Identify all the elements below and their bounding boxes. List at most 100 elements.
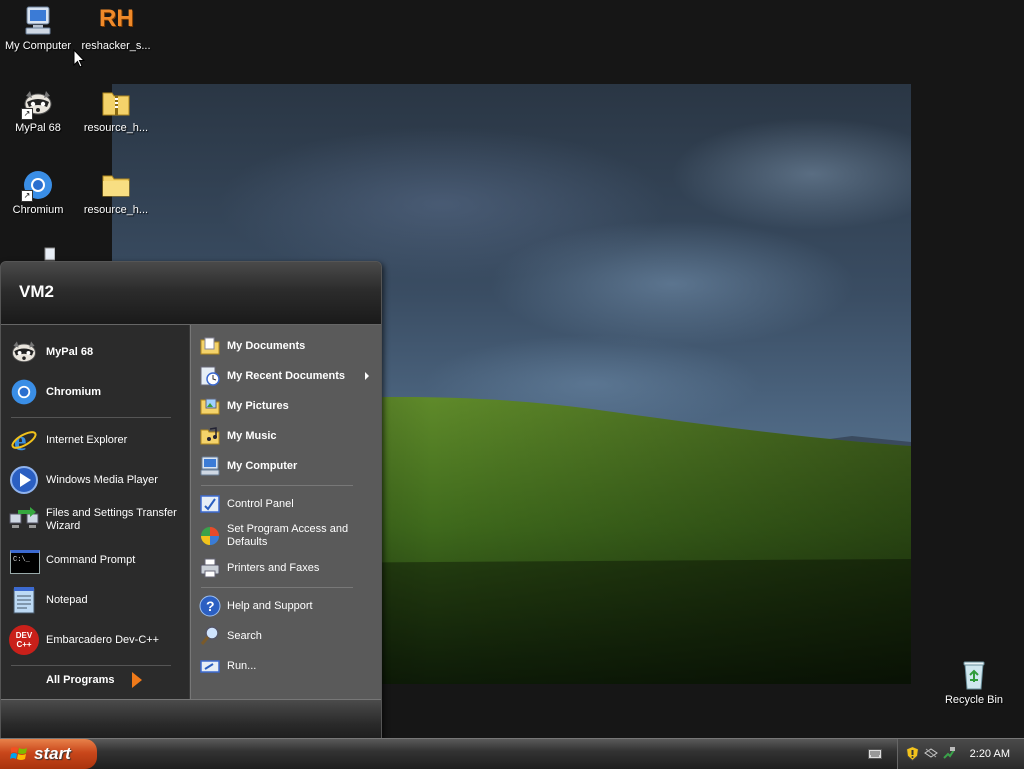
shortcut-arrow-icon: ↗ bbox=[21, 190, 33, 202]
menu-item-label: Search bbox=[227, 629, 262, 642]
notepad-icon bbox=[9, 585, 39, 615]
dev-cpp-icon: DEV C++ bbox=[9, 625, 39, 655]
menu-item-label: My Documents bbox=[227, 339, 306, 352]
desktop-icon-reshacker[interactable]: RH reshacker_s... bbox=[78, 4, 154, 53]
start-menu-footer bbox=[1, 699, 381, 739]
reshacker-glyph: RH bbox=[99, 5, 134, 32]
menu-item-label: Run... bbox=[227, 659, 257, 672]
menu-item-notepad[interactable]: Notepad bbox=[9, 583, 187, 617]
menu-item-files-settings-transfer[interactable]: Files and Settings Transfer Wizard bbox=[9, 503, 187, 537]
system-clock[interactable]: 2:20 AM bbox=[970, 748, 1010, 760]
menu-item-label: My Pictures bbox=[227, 399, 289, 412]
menu-item-run[interactable]: Run... bbox=[199, 653, 377, 679]
raccoon-icon bbox=[9, 337, 39, 367]
safely-remove-hardware-icon[interactable] bbox=[942, 746, 956, 760]
menu-item-my-recent-documents[interactable]: My Recent Documents bbox=[199, 363, 377, 389]
menu-separator bbox=[201, 485, 353, 486]
desktop-icon-label: resource_h... bbox=[83, 122, 149, 134]
menu-item-label: My Music bbox=[227, 429, 277, 442]
chromium-icon: ↗ bbox=[21, 168, 55, 202]
chevron-right-icon bbox=[365, 372, 369, 380]
desktop-icon-mypal[interactable]: ↗ MyPal 68 bbox=[0, 86, 76, 135]
reshacker-icon: RH bbox=[99, 4, 134, 38]
start-button-label: start bbox=[34, 744, 71, 763]
pictures-folder-icon bbox=[199, 395, 221, 417]
raccoon-icon: ↗ bbox=[21, 86, 55, 120]
menu-separator bbox=[11, 417, 171, 418]
menu-item-internet-explorer[interactable]: e Internet Explorer bbox=[9, 423, 187, 457]
menu-item-label: Chromium bbox=[46, 385, 101, 398]
menu-item-label: Embarcadero Dev-C++ bbox=[46, 633, 160, 646]
menu-separator bbox=[11, 665, 171, 666]
menu-item-control-panel[interactable]: Control Panel bbox=[199, 491, 377, 517]
recycle-bin-icon bbox=[957, 658, 991, 692]
menu-item-my-computer[interactable]: My Computer bbox=[199, 453, 377, 479]
command-prompt-icon: C:\_ bbox=[9, 545, 40, 575]
desktop-icon-my-computer[interactable]: My Computer bbox=[0, 4, 76, 53]
menu-item-label: Control Panel bbox=[227, 497, 294, 510]
menu-item-label: My Computer bbox=[227, 459, 298, 472]
start-menu-places-pane: My Documents My Recent Documents My Pict… bbox=[190, 325, 381, 699]
recent-documents-icon bbox=[199, 365, 221, 387]
menu-item-mypal[interactable]: MyPal 68 bbox=[9, 335, 187, 369]
menu-item-label: Notepad bbox=[46, 593, 88, 606]
menu-item-search[interactable]: Search bbox=[199, 623, 377, 649]
dev-cpp-glyph: DEV C++ bbox=[15, 631, 33, 649]
menu-separator bbox=[201, 587, 353, 588]
menu-item-dev-cpp[interactable]: DEV C++ Embarcadero Dev-C++ bbox=[9, 623, 187, 657]
computer-icon bbox=[21, 4, 55, 38]
internet-explorer-icon: e bbox=[9, 425, 39, 457]
menu-item-printers-faxes[interactable]: Printers and Faxes bbox=[199, 555, 377, 581]
menu-item-command-prompt[interactable]: C:\_ Command Prompt bbox=[9, 543, 187, 577]
computer-icon bbox=[199, 455, 221, 477]
all-programs-button[interactable]: All Programs bbox=[46, 672, 143, 688]
run-icon bbox=[199, 655, 221, 677]
folder-icon bbox=[99, 168, 133, 202]
menu-item-my-music[interactable]: My Music bbox=[199, 423, 377, 449]
desktop-icon-label: Recycle Bin bbox=[944, 694, 1004, 706]
menu-item-my-pictures[interactable]: My Pictures bbox=[199, 393, 377, 419]
all-programs-label: All Programs bbox=[46, 674, 115, 686]
help-icon: ? bbox=[199, 595, 221, 617]
network-icon[interactable] bbox=[924, 747, 938, 759]
control-panel-icon bbox=[199, 493, 221, 515]
menu-item-label: Internet Explorer bbox=[46, 433, 128, 446]
desktop-icon-chromium[interactable]: ↗ Chromium bbox=[0, 168, 76, 217]
desktop-icon-resource-hacker-zip[interactable]: resource_h... bbox=[78, 86, 154, 135]
menu-item-label: Files and Settings Transfer Wizard bbox=[46, 507, 177, 532]
menu-item-label: MyPal 68 bbox=[46, 345, 94, 358]
security-shield-icon[interactable] bbox=[906, 746, 919, 761]
chromium-icon bbox=[9, 377, 39, 407]
windows-logo-icon bbox=[10, 747, 27, 760]
zip-folder-icon bbox=[99, 86, 133, 120]
menu-item-windows-media-player[interactable]: Windows Media Player bbox=[9, 463, 187, 497]
program-access-icon bbox=[199, 525, 221, 547]
menu-item-set-program-access[interactable]: Set Program Access and Defaults bbox=[199, 521, 377, 551]
start-menu-programs-pane: MyPal 68 Chromium e Internet Explorer Wi… bbox=[1, 325, 189, 699]
desktop-icon-label: Chromium bbox=[12, 204, 64, 216]
search-icon bbox=[199, 625, 221, 647]
cmd-glyph: C:\_ bbox=[13, 556, 30, 564]
desktop-icon-label: My Computer bbox=[4, 40, 72, 52]
printer-icon bbox=[199, 557, 221, 579]
transfer-wizard-icon bbox=[9, 505, 39, 535]
menu-item-help-support[interactable]: ? Help and Support bbox=[199, 593, 377, 619]
menu-item-label: Help and Support bbox=[227, 599, 313, 612]
shortcut-arrow-icon: ↗ bbox=[21, 108, 33, 120]
arrow-right-icon bbox=[132, 672, 143, 688]
desktop-icon-label: MyPal 68 bbox=[15, 122, 61, 134]
media-player-icon bbox=[9, 465, 39, 495]
desktop-icon-recycle-bin[interactable]: Recycle Bin bbox=[936, 658, 1012, 707]
menu-item-chromium[interactable]: Chromium bbox=[9, 375, 187, 409]
keyboard-icon[interactable] bbox=[868, 748, 882, 760]
menu-item-label: Printers and Faxes bbox=[227, 561, 320, 574]
menu-item-my-documents[interactable]: My Documents bbox=[199, 333, 377, 359]
documents-folder-icon bbox=[199, 335, 221, 357]
start-menu-header: VM2 bbox=[1, 262, 381, 325]
desktop-icon-resource-hacker-folder[interactable]: resource_h... bbox=[78, 168, 154, 217]
start-menu: VM2 MyPal 68 Chromium e Internet Explore… bbox=[0, 261, 382, 740]
svg-text:?: ? bbox=[206, 598, 215, 614]
mouse-cursor-icon bbox=[73, 49, 85, 68]
taskbar: start 2:20 AM bbox=[0, 738, 1024, 769]
start-button[interactable]: start bbox=[0, 739, 97, 769]
